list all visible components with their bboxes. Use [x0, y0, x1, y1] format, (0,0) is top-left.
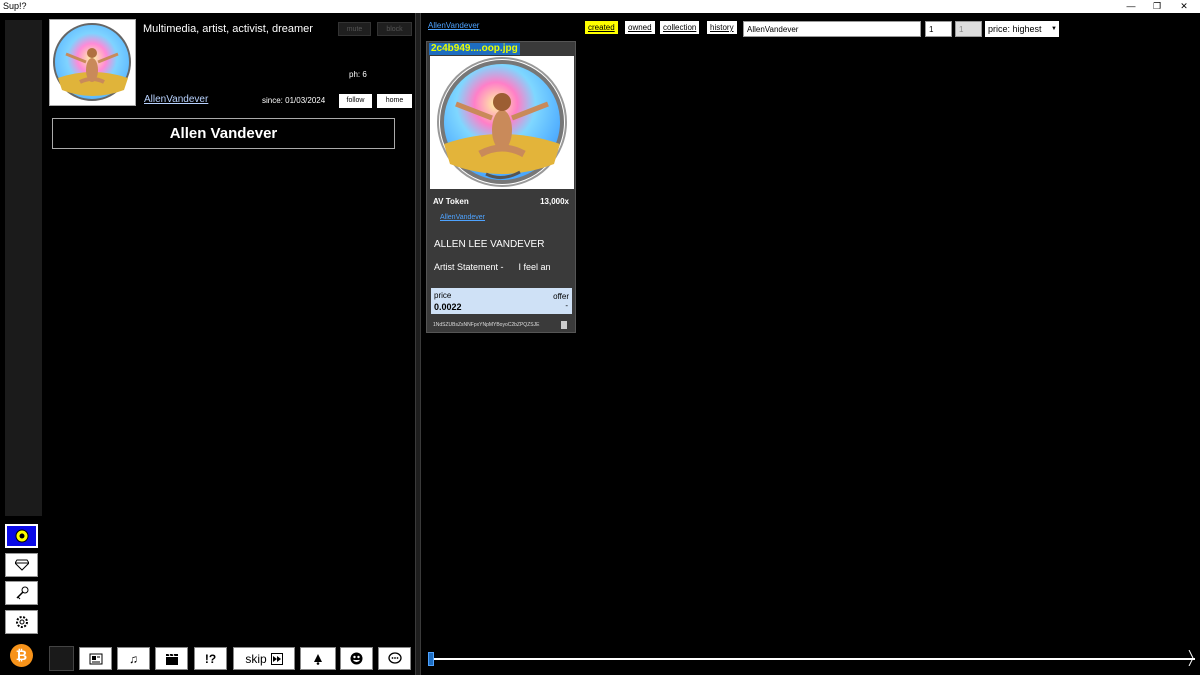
news-button[interactable]: [79, 647, 112, 670]
price-box[interactable]: price 0.0022 offer -: [431, 288, 572, 314]
window-title: Sup!?: [3, 1, 27, 11]
tab-history[interactable]: history: [707, 21, 737, 34]
skip-forward-icon: [270, 652, 283, 665]
music-icon: ♫: [129, 651, 138, 666]
diamond-button[interactable]: [5, 553, 38, 577]
bell-icon: [314, 653, 322, 665]
scrubber-thumb[interactable]: [428, 652, 434, 666]
card-description: Artist Statement - I feel an: [434, 262, 551, 272]
close-button[interactable]: ✕: [1171, 0, 1197, 13]
video-button[interactable]: [155, 647, 188, 670]
key-button[interactable]: [5, 581, 38, 605]
offer-value: -: [565, 301, 568, 310]
block-button[interactable]: block: [377, 22, 412, 36]
gear-icon: [15, 616, 28, 628]
chat-bubble-icon: [387, 652, 402, 664]
key-icon: [15, 586, 28, 600]
tab-created[interactable]: created: [585, 21, 618, 34]
interrobang-button[interactable]: !?: [194, 647, 227, 670]
minimize-button[interactable]: —: [1118, 0, 1144, 13]
breadcrumb-user-link[interactable]: AllenVandever: [428, 21, 479, 30]
offer-label: offer: [553, 292, 569, 301]
blank-box: [49, 646, 74, 671]
eye-button[interactable]: [5, 524, 38, 548]
newspaper-icon: [89, 653, 102, 664]
profile-username-link[interactable]: AllenVandever: [144, 94, 208, 105]
scrubber-track[interactable]: [431, 658, 1195, 660]
creator-link[interactable]: AllenVandever: [440, 214, 485, 221]
token-name: AV Token: [433, 197, 469, 206]
tab-collection[interactable]: collection: [660, 21, 700, 34]
trash-icon[interactable]: [561, 321, 567, 329]
display-name: Allen Vandever: [52, 118, 395, 149]
card-title: ALLEN LEE VANDEVER: [434, 239, 545, 250]
bell-button[interactable]: [300, 647, 336, 670]
eye-icon: [15, 529, 28, 543]
pane-divider[interactable]: [415, 13, 421, 675]
profile-bio: Multimedia, artist, activist, dreamer: [143, 23, 313, 35]
card-filename: 2c4b949....oop.jpg: [429, 43, 520, 55]
restore-button[interactable]: ❐: [1144, 0, 1170, 13]
chevron-down-icon: ▼: [1051, 26, 1057, 32]
ph-counter: ph: 6: [349, 70, 367, 79]
member-since: since: 01/03/2024: [262, 96, 326, 105]
skip-button[interactable]: skip: [233, 647, 295, 670]
search-input[interactable]: AllenVandever: [743, 21, 921, 37]
clapperboard-icon: [165, 653, 178, 665]
home-button[interactable]: home: [377, 94, 412, 108]
token-card[interactable]: 2c4b949....oop.jpg AV Token 13,000x Alle…: [426, 41, 576, 333]
chat-button[interactable]: [378, 647, 411, 670]
token-address: 1NdSZUBsZsNNFpxYNpMYBoyoC2bZPQZSJE: [433, 322, 540, 328]
price-label: price: [434, 291, 452, 300]
skip-label: skip: [245, 651, 267, 666]
music-button[interactable]: ♫: [117, 647, 150, 670]
title-bar: Sup!? — ❐ ✕: [0, 0, 1200, 13]
price-value: 0.0022: [434, 302, 462, 312]
left-rail: [5, 20, 42, 516]
follow-button[interactable]: follow: [339, 94, 372, 108]
smiley-icon: [350, 652, 363, 665]
tab-owned[interactable]: owned: [625, 21, 655, 34]
token-supply: 13,000x: [540, 197, 569, 206]
card-image[interactable]: [430, 56, 574, 189]
mute-button[interactable]: mute: [338, 22, 371, 36]
settings-button[interactable]: [5, 610, 38, 634]
sort-select[interactable]: price: highest ▼: [985, 21, 1059, 37]
profile-avatar: [49, 19, 136, 106]
quantity-max-input[interactable]: 1: [955, 21, 982, 37]
emoji-button[interactable]: [340, 647, 373, 670]
diamond-icon: [14, 559, 29, 571]
bitcoin-icon[interactable]: ₿: [10, 644, 33, 667]
quantity-input[interactable]: 1: [925, 21, 952, 37]
sort-select-value: price: highest: [988, 24, 1042, 34]
scrubber-end-icon: [1188, 649, 1194, 667]
